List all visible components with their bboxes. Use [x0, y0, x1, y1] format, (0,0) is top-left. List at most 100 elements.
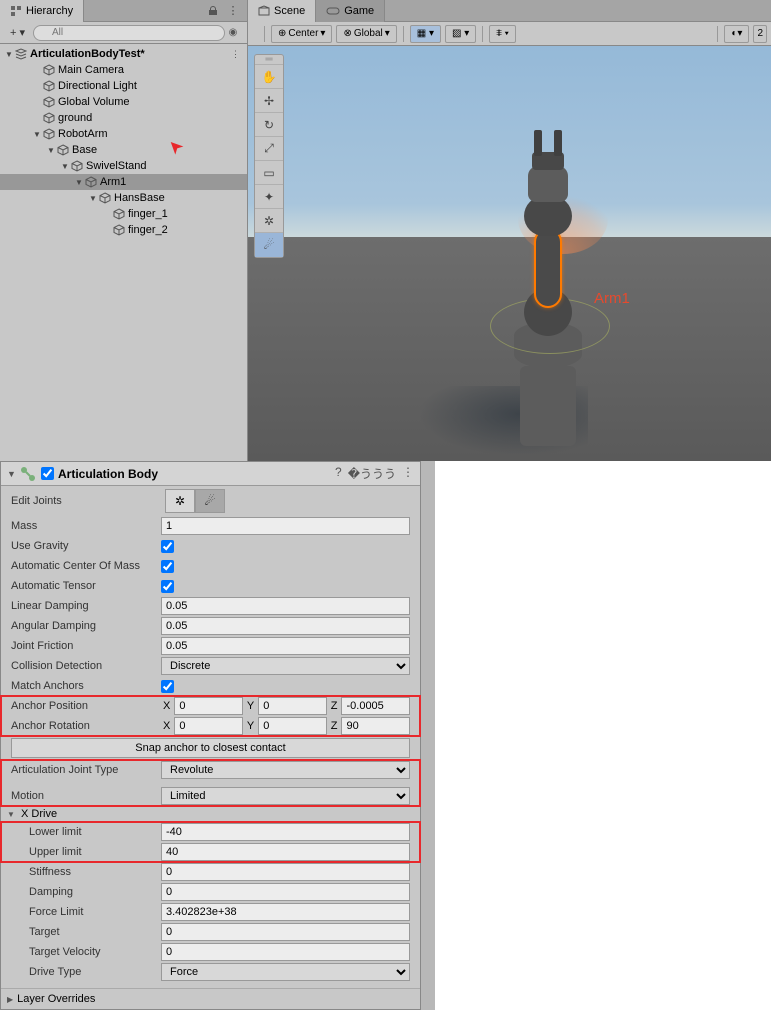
- gameobject-icon: [56, 143, 70, 157]
- hierarchy-item[interactable]: finger_2: [0, 222, 247, 238]
- component-header[interactable]: ▼ Articulation Body ? �ううう ⋮: [1, 462, 420, 486]
- fold-arrow-icon[interactable]: ▼: [7, 469, 19, 479]
- gameobject-icon: [98, 191, 112, 205]
- anchor-pos-z[interactable]: [341, 697, 410, 715]
- component-enabled-checkbox[interactable]: [41, 467, 54, 480]
- scale-tool-icon[interactable]: ⤢: [255, 137, 283, 161]
- layer-overrides-foldout[interactable]: ▶ Layer Overrides: [1, 988, 420, 1009]
- scene-annotation: Arm1: [594, 290, 630, 307]
- anchor-pos-y[interactable]: [258, 697, 327, 715]
- scene-menu-icon[interactable]: ⋮: [231, 49, 241, 60]
- hierarchy-tree: ▼ ArticulationBodyTest* ⋮ Main Camera Dir…: [0, 44, 247, 461]
- help-icon[interactable]: ?: [335, 465, 342, 482]
- draw-mode-dropdown[interactable]: ⩨ ▾: [489, 25, 516, 43]
- move-tool-icon[interactable]: ✢: [255, 89, 283, 113]
- anchor-rot-x[interactable]: [174, 717, 243, 735]
- match-anchors-checkbox[interactable]: [161, 680, 174, 693]
- anchor-rot-y[interactable]: [258, 717, 327, 735]
- drive-type-dropdown[interactable]: Force: [161, 963, 410, 981]
- auto-tensor-checkbox[interactable]: [161, 580, 174, 593]
- hierarchy-item-label: Main Camera: [56, 64, 124, 76]
- mass-field[interactable]: [161, 517, 410, 535]
- xdrive-foldout[interactable]: ▼X Drive: [1, 806, 420, 822]
- lock-icon[interactable]: [205, 3, 221, 19]
- hierarchy-search-bar: + ▾ ◉: [0, 22, 247, 44]
- snap-anchor-button[interactable]: Snap anchor to closest contact: [11, 738, 410, 758]
- hierarchy-tab-bar: Hierarchy ⋮: [0, 0, 247, 22]
- hierarchy-item[interactable]: ▼ Arm1: [0, 174, 247, 190]
- hierarchy-item-label: HansBase: [112, 192, 165, 204]
- scene-tab[interactable]: Scene: [248, 0, 316, 22]
- scene-viewport[interactable]: ═ ✋ ✢ ↻ ⤢ ▭ ✦ ✲ ☄: [248, 46, 771, 461]
- create-dropdown[interactable]: + ▾: [6, 26, 29, 39]
- hierarchy-item[interactable]: ▼ Base: [0, 142, 247, 158]
- component-menu-icon[interactable]: ⋮: [402, 465, 414, 482]
- hierarchy-item[interactable]: ▼SwivelStand: [0, 158, 247, 174]
- anchor-pos-x[interactable]: [174, 697, 243, 715]
- expand-arrow-icon[interactable]: ▼: [88, 194, 98, 203]
- custom-tool-2-icon[interactable]: ☄: [255, 233, 283, 257]
- palette-grip-icon[interactable]: ═: [255, 55, 283, 65]
- mass-row: Mass: [1, 516, 420, 536]
- joint-type-highlight-box: Articulation Joint TypeRevolute MotionLi…: [1, 760, 420, 806]
- scene-tab-icon: [258, 5, 270, 17]
- stiffness-field[interactable]: [161, 863, 410, 881]
- limits-highlight-box: Lower limit Upper limit: [1, 822, 420, 862]
- linear-damping-field[interactable]: [161, 597, 410, 615]
- hierarchy-item[interactable]: Global Volume: [0, 94, 247, 110]
- upper-limit-field[interactable]: [161, 843, 410, 861]
- game-tab-label: Game: [344, 5, 374, 17]
- hierarchy-item[interactable]: ▼RobotArm: [0, 126, 247, 142]
- target-field[interactable]: [161, 923, 410, 941]
- search-filter-icon[interactable]: ◉: [225, 27, 241, 38]
- rotate-tool-icon[interactable]: ↻: [255, 113, 283, 137]
- space-mode-dropdown[interactable]: ⊗Global ▾: [336, 25, 396, 43]
- motion-dropdown[interactable]: Limited: [161, 787, 410, 805]
- transform-tool-icon[interactable]: ✦: [255, 185, 283, 209]
- joint-type-dropdown[interactable]: Revolute: [161, 761, 410, 779]
- lower-limit-field[interactable]: [161, 823, 410, 841]
- gameobject-icon: [84, 175, 98, 189]
- collision-detection-dropdown[interactable]: Discrete: [161, 657, 410, 675]
- rect-tool-icon[interactable]: ▭: [255, 161, 283, 185]
- expand-arrow-icon[interactable]: ▼: [60, 162, 70, 171]
- edit-joint-mode-2[interactable]: ☄: [195, 489, 225, 513]
- hierarchy-item-label: Base: [70, 144, 97, 156]
- use-gravity-checkbox[interactable]: [161, 540, 174, 553]
- hierarchy-item[interactable]: finger_1: [0, 206, 247, 222]
- expand-arrow-icon[interactable]: ▼: [4, 50, 14, 59]
- auto-com-checkbox[interactable]: [161, 560, 174, 573]
- toolbar-extra[interactable]: 2: [753, 25, 767, 43]
- damping-field[interactable]: [161, 883, 410, 901]
- hierarchy-item[interactable]: ground: [0, 110, 247, 126]
- hand-tool-icon[interactable]: ✋: [255, 65, 283, 89]
- hierarchy-item[interactable]: ▼ HansBase: [0, 190, 247, 206]
- expand-arrow-icon[interactable]: ▼: [32, 130, 42, 139]
- preset-icon[interactable]: �ううう: [348, 465, 396, 482]
- grid-snap-toggle[interactable]: ▦ ▾: [410, 25, 441, 43]
- joint-friction-field[interactable]: [161, 637, 410, 655]
- hierarchy-item-label: Arm1: [98, 176, 126, 188]
- game-tab[interactable]: Game: [316, 0, 385, 22]
- edit-joint-mode-1[interactable]: ✲: [165, 489, 195, 513]
- force-limit-field[interactable]: [161, 903, 410, 921]
- gameobject-icon: [42, 111, 56, 125]
- snap-increment-button[interactable]: ▨ ▾: [445, 25, 476, 43]
- gameobject-icon: [42, 95, 56, 109]
- anchor-rot-z[interactable]: [341, 717, 410, 735]
- pivot-mode-dropdown[interactable]: ⊕Center ▾: [271, 25, 332, 43]
- lighting-toggle[interactable]: ◐▾: [724, 25, 749, 43]
- gamepad-icon: [326, 6, 340, 16]
- custom-tool-1-icon[interactable]: ✲: [255, 209, 283, 233]
- hierarchy-item[interactable]: Directional Light: [0, 78, 247, 94]
- angular-damping-field[interactable]: [161, 617, 410, 635]
- target-velocity-field[interactable]: [161, 943, 410, 961]
- scene-row[interactable]: ▼ ArticulationBodyTest* ⋮: [0, 46, 247, 62]
- search-input[interactable]: [33, 25, 225, 41]
- hierarchy-tab[interactable]: Hierarchy: [0, 0, 84, 22]
- expand-arrow-icon[interactable]: ▼: [46, 146, 56, 155]
- hierarchy-item[interactable]: Main Camera: [0, 62, 247, 78]
- gameobject-icon: [42, 127, 56, 141]
- context-menu-icon[interactable]: ⋮: [225, 3, 241, 19]
- expand-arrow-icon[interactable]: ▼: [74, 178, 84, 187]
